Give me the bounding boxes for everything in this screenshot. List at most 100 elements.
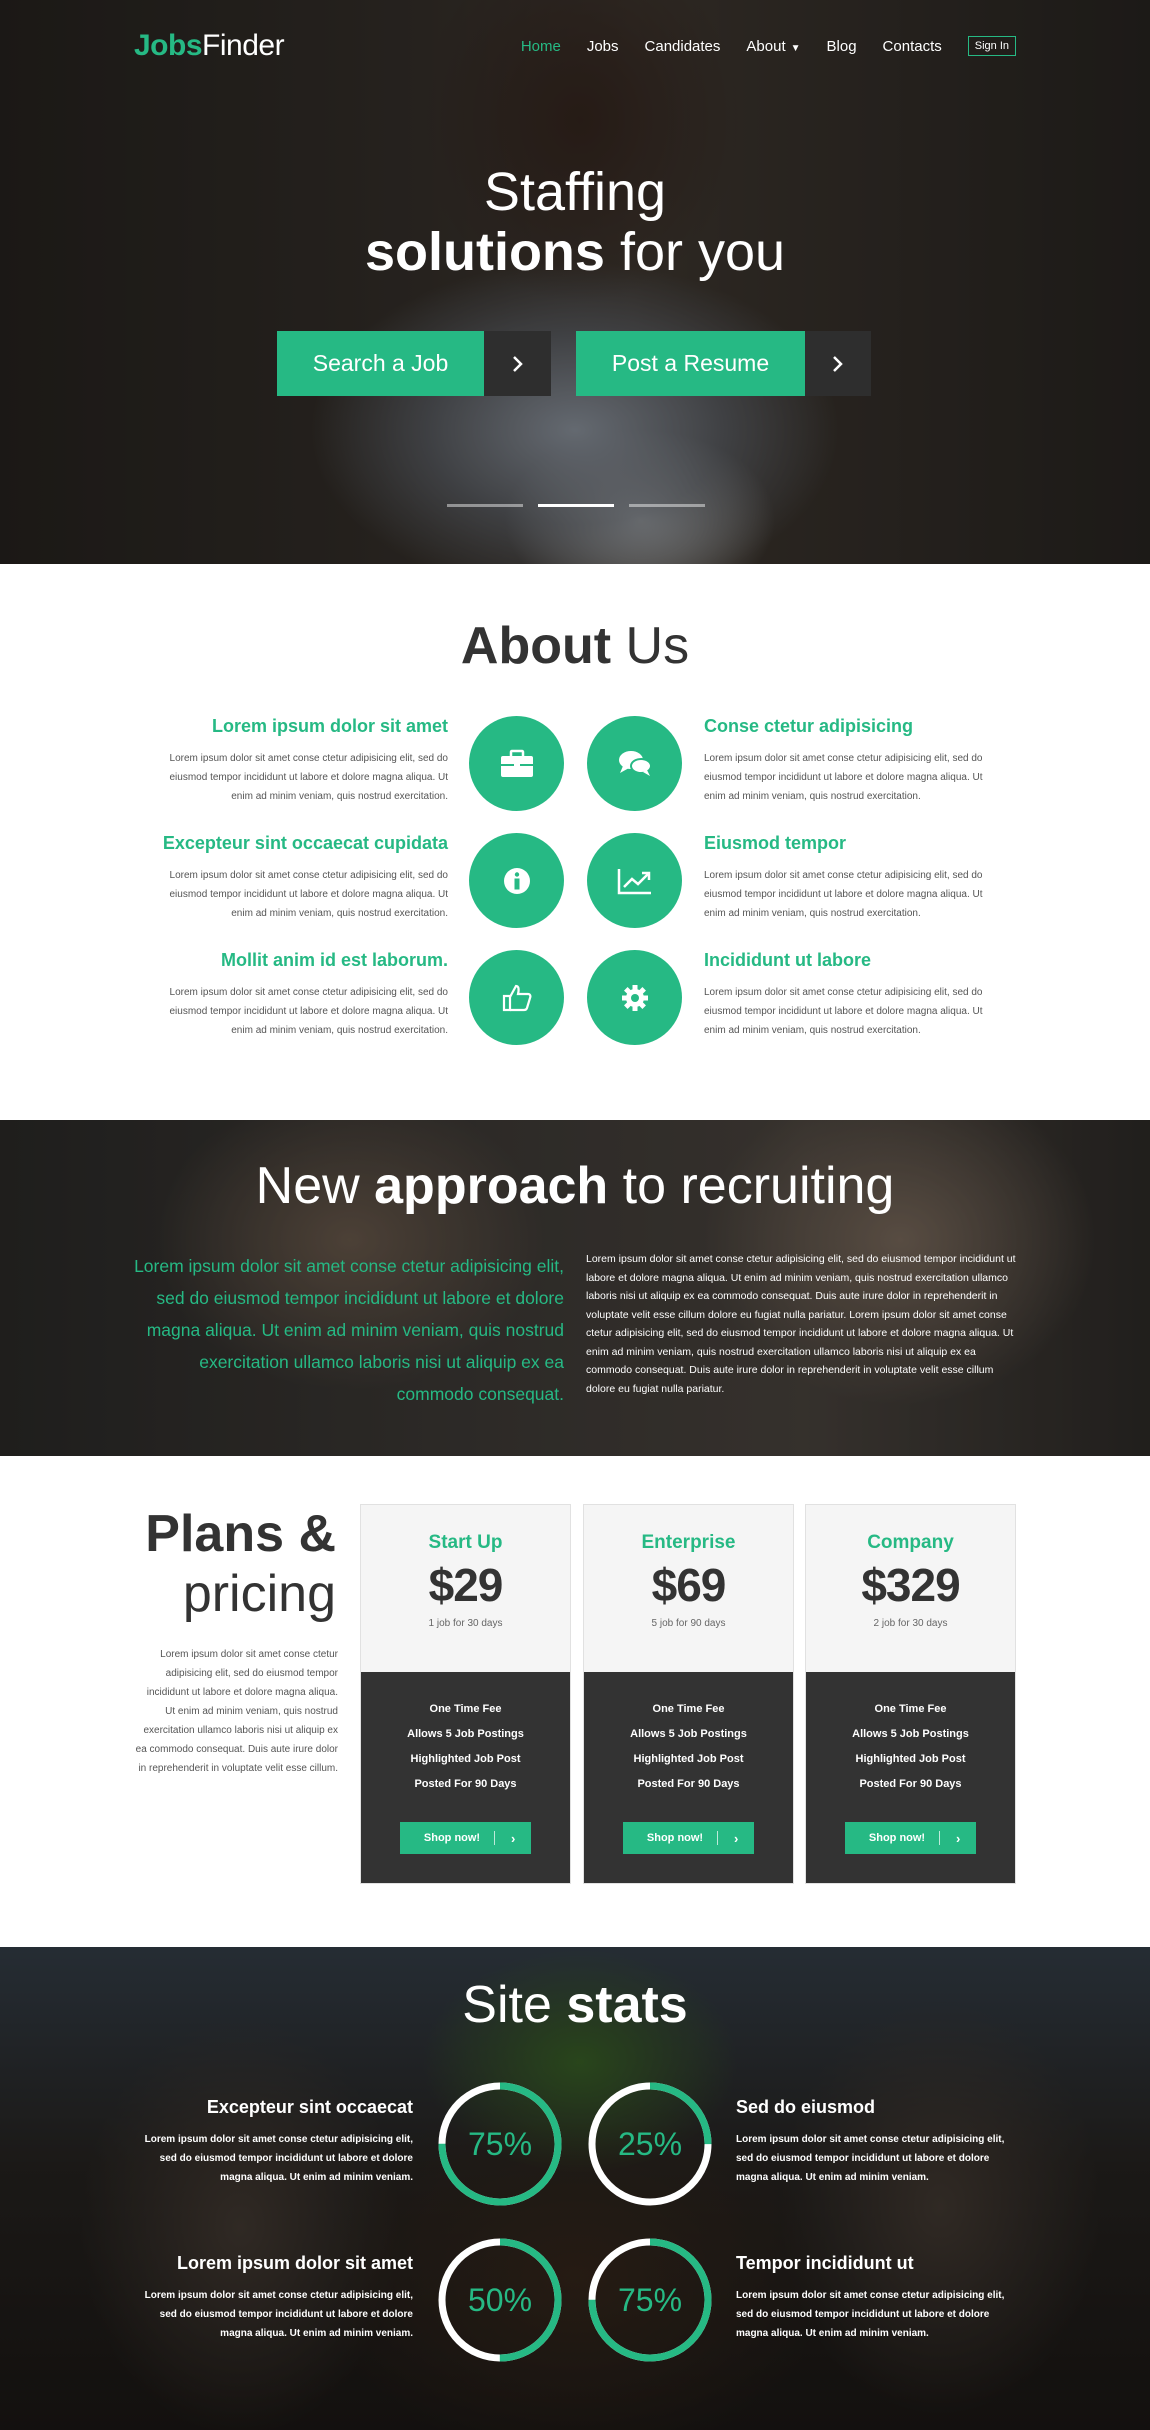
- stats-title: Site stats: [0, 1975, 1150, 2035]
- shop-now-label: Shop now!: [400, 1831, 496, 1845]
- plan-price: $69: [651, 1559, 727, 1611]
- shop-now-label: Shop now!: [845, 1831, 941, 1845]
- plans-title-bold: Plans &: [145, 1505, 336, 1563]
- feature-text: Lorem ipsum dolor sit amet conse ctetur …: [704, 753, 983, 802]
- plans-title-light: pricing: [182, 1565, 336, 1623]
- plan-card-startup: Start Up $29 1 job for 30 days One Time …: [360, 1504, 571, 1884]
- stat-title: Lorem ipsum dolor sit amet: [176, 2253, 413, 2273]
- plan-feature: Posted For 90 Days: [414, 1778, 517, 1790]
- feature-title: Eiusmod tempor: [704, 833, 847, 853]
- post-resume-button[interactable]: Post a Resume: [576, 331, 871, 396]
- chevron-down-icon: ▼: [790, 42, 801, 54]
- chevron-right-icon: ›: [510, 1830, 516, 1846]
- plan-feature: Allows 5 Job Postings: [407, 1728, 524, 1740]
- stat-text: Lorem ipsum dolor sit amet conse ctetur …: [736, 2134, 1005, 2183]
- plan-feature: One Time Fee: [429, 1703, 502, 1715]
- nav-jobs[interactable]: Jobs: [587, 38, 619, 55]
- plan-body: One Time Fee Allows 5 Job Postings Highl…: [806, 1672, 1015, 1883]
- plan-note: 2 job for 30 days: [873, 1618, 948, 1629]
- chat-icon: [587, 716, 682, 811]
- nav-blog[interactable]: Blog: [827, 38, 857, 55]
- feature-title: Excepteur sint occaecat cupidata: [162, 833, 448, 853]
- nav-about[interactable]: About ▼: [746, 38, 800, 55]
- stat-4: Tempor incididunt ut Lorem ipsum dolor s…: [736, 2253, 1006, 2343]
- hero-title-bold: solutions: [364, 222, 605, 282]
- plan-header: Company $329 2 job for 30 days: [806, 1505, 1015, 1672]
- stat-text: Lorem ipsum dolor sit amet conse ctetur …: [144, 2290, 413, 2339]
- feature-text: Lorem ipsum dolor sit amet conse ctetur …: [704, 987, 983, 1036]
- stat-title: Tempor incididunt ut: [736, 2253, 914, 2273]
- nav-home[interactable]: Home: [521, 38, 561, 55]
- stat-percent: 50%: [467, 2281, 533, 2318]
- feature-title: Conse ctetur adipisicing: [704, 716, 914, 736]
- slider-dot-3[interactable]: [629, 504, 705, 507]
- post-resume-label: Post a Resume: [576, 331, 805, 396]
- plan-feature: One Time Fee: [652, 1703, 725, 1715]
- search-job-button[interactable]: Search a Job: [277, 331, 551, 396]
- feature-3: Excepteur sint occaecat cupidata Lorem i…: [158, 833, 448, 923]
- slider-dot-1[interactable]: [447, 504, 523, 507]
- stat-3: Lorem ipsum dolor sit amet Lorem ipsum d…: [143, 2253, 413, 2343]
- slider-dot-2[interactable]: [538, 504, 614, 507]
- plan-feature: Allows 5 Job Postings: [852, 1728, 969, 1740]
- shop-now-button[interactable]: Shop now! ›: [844, 1822, 977, 1854]
- nav-contacts[interactable]: Contacts: [883, 38, 942, 55]
- approach-title-post: to recruiting: [608, 1157, 895, 1215]
- feature-5: Mollit anim id est laborum. Lorem ipsum …: [158, 950, 449, 1040]
- nav-candidates[interactable]: Candidates: [645, 38, 721, 55]
- feature-title: Lorem ipsum dolor sit amet: [211, 716, 448, 736]
- feature-text: Lorem ipsum dolor sit amet conse ctetur …: [169, 753, 449, 802]
- feature-4: Eiusmod tempor Lorem ipsum dolor sit ame…: [704, 833, 994, 923]
- plan-card-company: Company $329 2 job for 30 days One Time …: [805, 1504, 1016, 1884]
- approach-title: New approach to recruiting: [0, 1156, 1150, 1216]
- plan-card-enterprise: Enterprise $69 5 job for 90 days One Tim…: [583, 1504, 794, 1884]
- stat-text: Lorem ipsum dolor sit amet conse ctetur …: [144, 2134, 413, 2183]
- header: JobsFinder Home Jobs Candidates About ▼ B…: [134, 29, 1016, 63]
- info-icon: [469, 833, 564, 928]
- logo-bold: Jobs: [134, 29, 203, 62]
- feature-6: Incididunt ut labore Lorem ipsum dolor s…: [704, 950, 994, 1040]
- plan-feature: Allows 5 Job Postings: [630, 1728, 747, 1740]
- stat-title: Excepteur sint occaecat: [206, 2097, 413, 2117]
- feature-title: Mollit anim id est laborum.: [220, 950, 448, 970]
- logo[interactable]: JobsFinder: [134, 29, 285, 63]
- stat-1: Excepteur sint occaecat Lorem ipsum dolo…: [143, 2097, 413, 2187]
- plan-feature: Highlighted Job Post: [633, 1753, 744, 1765]
- stat-ring-3: 50%: [436, 2236, 564, 2364]
- feature-text: Lorem ipsum dolor sit amet conse ctetur …: [169, 870, 449, 919]
- slider-pagination: [447, 504, 705, 507]
- feature-title: Incididunt ut labore: [704, 950, 871, 970]
- chevron-right-icon: [484, 331, 551, 396]
- stat-ring-1: 75%: [436, 2080, 564, 2208]
- plan-features: One Time Fee Allows 5 Job Postings Highl…: [361, 1697, 570, 1797]
- shop-now-button[interactable]: Shop now! ›: [399, 1822, 532, 1854]
- plan-name: Company: [867, 1532, 954, 1553]
- approach-section: New approach to recruiting Lorem ipsum d…: [0, 1120, 1150, 1456]
- sign-in-button[interactable]: Sign In: [967, 36, 1016, 56]
- stat-ring-4: 75%: [586, 2236, 714, 2364]
- plan-features: One Time Fee Allows 5 Job Postings Highl…: [806, 1697, 1015, 1797]
- plan-price: $329: [861, 1559, 960, 1611]
- plan-features: One Time Fee Allows 5 Job Postings Highl…: [584, 1697, 793, 1797]
- approach-lead-text: Lorem ipsum dolor sit amet conse ctetur …: [134, 1256, 564, 1404]
- about-title: About Us: [0, 616, 1150, 676]
- shop-now-button[interactable]: Shop now! ›: [622, 1822, 755, 1854]
- approach-title-bold: approach: [374, 1157, 609, 1215]
- plans-section: Plans & pricing Lorem ipsum dolor sit am…: [0, 1456, 1150, 1947]
- stats-section: Site stats Excepteur sint occaecat Lorem…: [0, 1947, 1150, 2430]
- plan-body: One Time Fee Allows 5 Job Postings Highl…: [361, 1672, 570, 1883]
- about-title-bold: About: [460, 617, 612, 675]
- stats-title-bold: stats: [566, 1976, 688, 2034]
- stat-percent: 75%: [467, 2125, 533, 2162]
- gear-icon: [587, 950, 682, 1045]
- stat-ring-2: 25%: [586, 2080, 714, 2208]
- about-section: About Us Lorem ipsum dolor sit amet Lore…: [0, 564, 1150, 1120]
- feature-2: Conse ctetur adipisicing Lorem ipsum dol…: [704, 716, 994, 806]
- approach-title-pre: New: [255, 1157, 375, 1215]
- plan-note: 5 job for 90 days: [651, 1618, 726, 1629]
- plan-feature: Highlighted Job Post: [855, 1753, 966, 1765]
- hero-title-line1: Staffing: [483, 162, 667, 222]
- feature-1: Lorem ipsum dolor sit amet Lorem ipsum d…: [158, 716, 449, 806]
- plan-note: 1 job for 30 days: [428, 1618, 503, 1629]
- stat-2: Sed do eiusmod Lorem ipsum dolor sit ame…: [736, 2097, 1006, 2187]
